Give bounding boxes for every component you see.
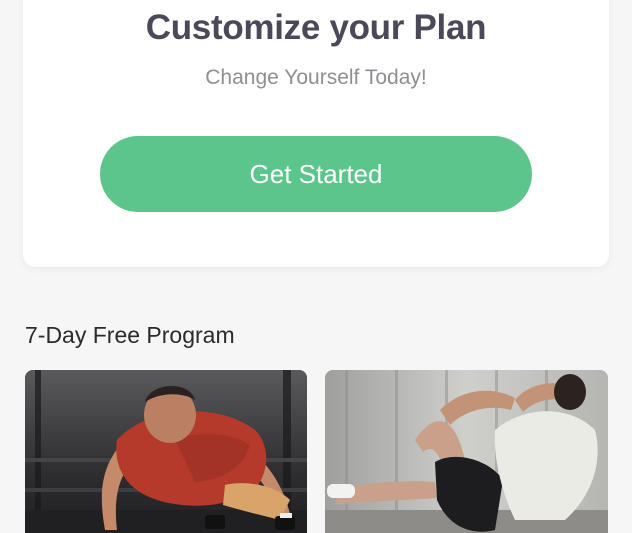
- plan-subtitle: Change Yourself Today!: [205, 66, 427, 89]
- customize-plan-card: Customize your Plan Change Yourself Toda…: [23, 0, 609, 267]
- program-card-situp[interactable]: [325, 370, 608, 533]
- program-card-pushup[interactable]: [25, 370, 307, 533]
- get-started-button[interactable]: Get Started: [100, 136, 532, 212]
- page: Customize your Plan Change Yourself Toda…: [0, 0, 632, 533]
- plan-title: Customize your Plan: [145, 8, 487, 47]
- program-section-title: 7-Day Free Program: [25, 322, 235, 348]
- situp-photo: [325, 370, 608, 533]
- pushup-photo: [25, 370, 307, 533]
